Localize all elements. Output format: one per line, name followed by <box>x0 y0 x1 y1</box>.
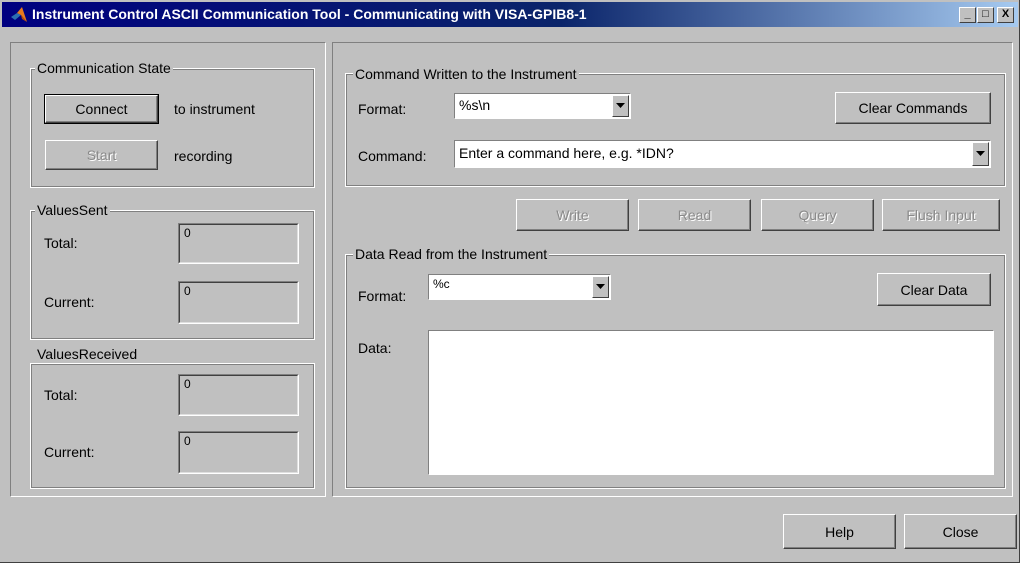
query-button[interactable]: Query <box>761 199 874 231</box>
data-read-label: Data Read from the Instrument <box>353 246 550 262</box>
command-format-label: Format: <box>358 101 407 117</box>
flush-input-button[interactable]: Flush Input <box>882 199 1000 231</box>
chevron-down-icon <box>596 284 605 289</box>
command-written-group <box>345 73 1006 187</box>
data-format-select[interactable]: %c <box>428 274 611 300</box>
title-bar[interactable]: Instrument Control ASCII Communication T… <box>2 2 1018 27</box>
values-sent-total-label: Total: <box>44 235 78 251</box>
connect-button[interactable]: Connect <box>44 94 159 124</box>
chevron-down-icon <box>976 151 985 156</box>
values-received-label: ValuesReceived <box>35 346 140 362</box>
values-sent-total-field: 0 <box>178 223 299 264</box>
values-received-current-label: Current: <box>44 444 95 460</box>
clear-commands-button[interactable]: Clear Commands <box>835 92 991 124</box>
clear-data-button[interactable]: Clear Data <box>877 273 991 306</box>
data-format-value: %c <box>433 277 450 291</box>
values-received-current-field: 0 <box>178 431 299 474</box>
values-sent-current-field: 0 <box>178 281 299 324</box>
communication-state-label: Communication State <box>35 60 173 76</box>
connect-caption: to instrument <box>174 101 255 117</box>
command-format-value: %s\n <box>459 97 491 113</box>
maximize-button[interactable]: □ <box>977 7 994 23</box>
maximize-icon: □ <box>982 8 989 20</box>
communication-state-group <box>30 68 315 188</box>
data-format-label: Format: <box>358 288 407 304</box>
chevron-down-icon <box>616 103 625 108</box>
help-button[interactable]: Help <box>783 514 896 549</box>
write-button[interactable]: Write <box>516 199 629 231</box>
left-panel: Communication State Connect to instrumen… <box>10 42 326 497</box>
values-sent-current-label: Current: <box>44 294 95 310</box>
command-label: Command: <box>358 148 427 164</box>
matlab-logo-icon <box>11 7 27 22</box>
right-panel: Command Written to the Instrument Format… <box>332 42 1013 497</box>
values-sent-label: ValuesSent <box>35 202 110 218</box>
minimize-icon: _ <box>964 8 971 20</box>
values-received-total-field: 0 <box>178 374 299 416</box>
read-button[interactable]: Read <box>638 199 751 231</box>
command-input-text[interactable]: Enter a command here, e.g. *IDN? <box>459 141 674 165</box>
values-sent-total-value: 0 <box>184 226 191 240</box>
start-caption: recording <box>174 148 233 164</box>
command-format-select[interactable]: %s\n <box>454 93 631 119</box>
data-label: Data: <box>358 340 392 356</box>
close-button[interactable]: Close <box>904 514 1017 549</box>
values-received-total-label: Total: <box>44 387 78 403</box>
values-received-current-value: 0 <box>184 434 191 448</box>
values-received-total-value: 0 <box>184 377 191 391</box>
close-window-button[interactable]: X <box>997 7 1014 23</box>
window-title: Instrument Control ASCII Communication T… <box>32 6 587 22</box>
command-dropdown-button[interactable] <box>972 142 989 166</box>
command-input[interactable]: Enter a command here, e.g. *IDN? <box>454 140 991 168</box>
values-sent-current-value: 0 <box>184 284 191 298</box>
command-format-dropdown-button[interactable] <box>612 95 629 117</box>
app-window: Instrument Control ASCII Communication T… <box>0 0 1020 563</box>
close-icon: X <box>1001 8 1010 20</box>
data-output-area[interactable] <box>428 330 994 475</box>
data-format-dropdown-button[interactable] <box>592 276 609 298</box>
minimize-button[interactable]: _ <box>959 7 976 23</box>
command-written-label: Command Written to the Instrument <box>353 66 579 82</box>
start-button[interactable]: Start <box>45 140 158 170</box>
